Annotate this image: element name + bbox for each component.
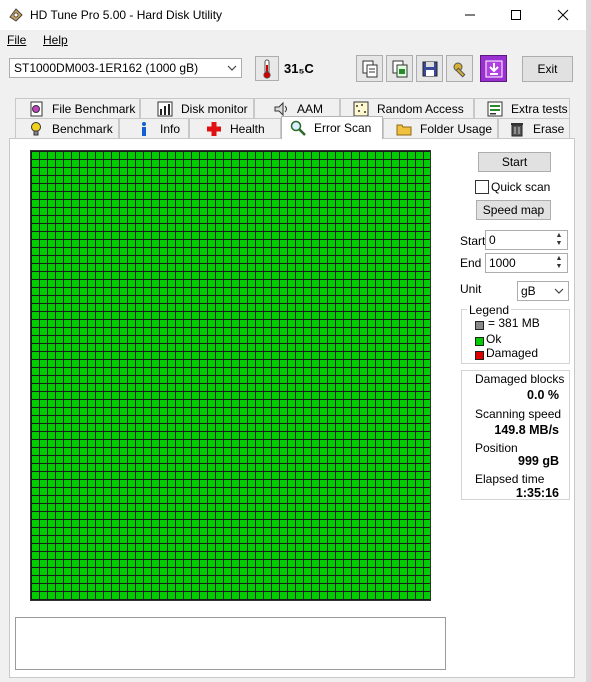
tab-erase[interactable]: Erase	[498, 118, 570, 138]
menu-bar: File Help	[0, 30, 586, 50]
start-scan-button[interactable]: Start	[478, 152, 551, 172]
drive-select[interactable]: ST1000DM003-1ER162 (1000 gB)	[9, 58, 242, 78]
menu-help[interactable]: Help	[43, 33, 68, 47]
random-access-icon	[353, 101, 369, 117]
tab-benchmark[interactable]: Benchmark	[15, 118, 119, 138]
menu-file[interactable]: File	[7, 33, 26, 47]
spinner-arrows-icon[interactable]: ▲ ▼	[552, 232, 566, 248]
speaker-icon	[273, 101, 289, 117]
health-cross-icon	[206, 121, 222, 137]
damaged-blocks-value: 0.0 %	[527, 388, 559, 402]
quick-scan-checkbox[interactable]	[475, 180, 489, 194]
start-label: Start	[460, 234, 486, 248]
extra-tests-icon	[487, 101, 503, 117]
legend-title: Legend	[467, 303, 512, 317]
close-icon	[557, 9, 569, 21]
bulb-icon	[28, 121, 44, 137]
unit-select[interactable]: gB	[517, 281, 569, 301]
legend-ok-swatch	[475, 335, 484, 349]
arrow-down-icon	[485, 60, 502, 77]
tab-label: Benchmark	[52, 121, 113, 136]
chevron-down-icon	[554, 283, 564, 302]
tab-label: Error Scan	[314, 121, 372, 135]
end-field[interactable]: 1000 ▲ ▼	[485, 253, 568, 273]
tab-aam[interactable]: AAM	[254, 98, 340, 118]
speed-map-button[interactable]: Speed map	[476, 200, 551, 220]
block-map-grid	[30, 150, 431, 601]
chevron-down-icon	[227, 60, 237, 79]
copy-image-icon	[392, 60, 407, 77]
tab-label: Extra tests	[511, 101, 568, 116]
tab-label: Disk monitor	[181, 101, 248, 116]
scanning-speed-label: Scanning speed	[475, 407, 562, 421]
wrench-icon	[453, 62, 465, 77]
legend-ok-label: Ok	[486, 332, 502, 346]
temperature-value: 31₅C	[284, 61, 314, 76]
drive-select-value: ST1000DM003-1ER162 (1000 gB)	[14, 61, 199, 75]
tab-label: File Benchmark	[52, 101, 136, 116]
app-icon	[8, 7, 24, 23]
scan-log-box[interactable]	[15, 617, 446, 670]
thermometer-icon	[263, 59, 271, 79]
tab-disk-monitor[interactable]: Disk monitor	[140, 98, 254, 118]
options-button[interactable]	[446, 55, 473, 82]
tab-label: AAM	[297, 101, 324, 116]
unit-label: Unit	[460, 282, 482, 296]
save-button[interactable]	[416, 55, 443, 82]
close-button[interactable]	[540, 0, 586, 30]
save-icon	[422, 61, 437, 76]
end-value: 1000	[489, 256, 516, 270]
quick-scan-label: Quick scan	[491, 180, 551, 194]
minimize-button[interactable]	[447, 0, 493, 30]
tab-extra-tests[interactable]: Extra tests	[474, 98, 570, 118]
temperature-button[interactable]	[255, 56, 279, 81]
download-button[interactable]	[480, 55, 507, 82]
maximize-button[interactable]	[493, 0, 539, 30]
exit-button[interactable]: Exit	[522, 56, 573, 82]
info-icon	[136, 121, 152, 137]
copy-screenshot-button[interactable]	[386, 55, 413, 82]
tab-error-scan[interactable]: Error Scan	[281, 116, 383, 139]
damaged-blocks-label: Damaged blocks	[475, 372, 565, 386]
elapsed-time-value: 1:35:16	[515, 486, 559, 500]
background-edge	[586, 0, 591, 682]
copy-info-button[interactable]	[356, 55, 383, 82]
tab-label: Folder Usage	[420, 121, 493, 136]
start-field[interactable]: 0 ▲ ▼	[485, 230, 568, 250]
title-bar: HD Tune Pro 5.00 - Hard Disk Utility	[0, 0, 586, 30]
position-value: 999 gB	[518, 454, 559, 468]
folder-icon	[396, 121, 412, 137]
start-value: 0	[489, 233, 496, 247]
tab-label: Info	[160, 121, 181, 136]
spinner-arrows-icon[interactable]: ▲ ▼	[552, 255, 566, 271]
minimize-icon	[465, 14, 475, 16]
disk-monitor-icon	[157, 101, 173, 117]
position-label: Position	[475, 441, 518, 455]
tab-folder-usage[interactable]: Folder Usage	[383, 118, 498, 138]
tab-file-benchmark[interactable]: File Benchmark	[15, 98, 140, 118]
legend-block-swatch	[475, 319, 484, 333]
legend-damaged-swatch	[475, 349, 484, 363]
tab-label: Health	[230, 121, 265, 136]
unit-value: gB	[521, 284, 536, 298]
tab-random-access[interactable]: Random Access	[340, 98, 474, 118]
file-benchmark-icon	[28, 101, 44, 117]
tab-info[interactable]: Info	[119, 118, 189, 138]
magnifier-icon	[290, 120, 306, 136]
legend-damaged-label: Damaged	[486, 346, 539, 360]
tab-health[interactable]: Health	[189, 118, 281, 138]
scanning-speed-value: 149.8 MB/s	[494, 423, 559, 437]
tab-label: Erase	[533, 121, 565, 136]
copy-icon	[362, 60, 377, 77]
maximize-icon	[511, 10, 521, 20]
tab-label: Random Access	[377, 101, 464, 116]
legend-block-label: = 381 MB	[488, 316, 540, 330]
end-label: End	[460, 256, 482, 270]
trash-icon	[509, 121, 525, 137]
window-title: HD Tune Pro 5.00 - Hard Disk Utility	[30, 8, 223, 22]
elapsed-time-label: Elapsed time	[475, 472, 545, 486]
